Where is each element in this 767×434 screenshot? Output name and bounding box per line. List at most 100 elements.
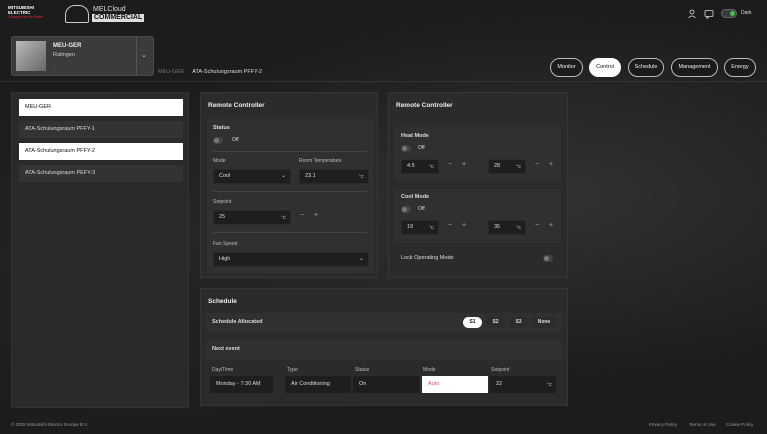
theme-label: Dark [741,10,752,16]
heat-max-field[interactable]: 28 °C [488,159,526,174]
unit-label: °C [515,164,521,169]
col-setpoint: Setpoint [491,367,510,373]
location-image [16,41,46,71]
chevron-down-icon: ⌄ [280,173,286,179]
cool-mode-label: Cool Mode [401,194,430,200]
cool-mode-switch[interactable] [401,206,411,213]
plus-icon[interactable]: + [462,161,466,168]
remote-controls: Status Off Mode Room Temperature Cool ⌄ … [207,119,373,273]
setpoint-label: Setpoint [213,199,232,205]
nav-control[interactable]: Control [589,58,621,77]
breadcrumb: MEU-GER ATA-Schulungsraum PFFY-2 [158,69,262,75]
device-list-panel: MEU-GER ATA-Schulungsraum PFFY-1 ATA-Sch… [11,92,189,408]
unit-label: °C [546,382,552,387]
app-name-line1: MELCloud [93,6,126,13]
heat-min-value: 4.5 [407,163,415,169]
theme-toggle-knob [730,11,735,16]
chevron-down-icon: ⌄ [358,256,364,262]
mitsubishi-logo: MITSUBISHI ELECTRIC Changes for the Bett… [8,5,56,25]
cool-min-field[interactable]: 19 °C [401,220,439,235]
col-status: Status [355,367,370,373]
cool-max-value: 35 [494,224,501,230]
device-item[interactable]: ATA-Schulungsraum PEFY-3 [19,165,183,182]
col-mode: Mode [423,367,436,373]
minus-icon[interactable]: − [448,222,452,229]
device-item[interactable]: ATA-Schulungsraum PFFY-2 [19,143,183,160]
heat-min-field[interactable]: 4.5 °C [401,159,439,174]
next-event-label: Next event [212,346,240,352]
status-value: Off [232,137,239,143]
melcloud-logo: MELCloud COMMERCIAL [65,5,145,23]
schedule-chip-s3[interactable]: S3 [509,317,528,328]
schedule-chip-s2[interactable]: S2 [486,317,505,328]
event-daytime: Monday - 7:30 AM [210,376,273,393]
heat-mode-state: Off [418,145,425,151]
nav-energy[interactable]: Energy [724,58,756,77]
room-temp-field: 23.1 °C [299,169,369,184]
theme-toggle[interactable] [721,9,737,18]
remote-controller-modes-panel: Remote Controller Heat Mode Off 4.5 °C −… [388,92,568,278]
fan-speed-select[interactable]: High ⌄ [213,252,369,267]
minus-icon[interactable]: − [300,212,304,219]
mode-value: Cool [219,173,231,179]
chat-icon[interactable] [704,9,714,19]
plus-icon[interactable]: + [314,212,318,219]
plus-icon[interactable]: + [549,161,553,168]
lock-mode-label: Lock Operating Mode [401,255,454,261]
setpoint-field[interactable]: 25 °C [213,210,291,225]
event-status: On [353,376,419,393]
device-item[interactable]: MEU-GER [19,99,183,116]
heat-mode-section: Heat Mode Off 4.5 °C − + 28 °C − + [395,127,561,181]
unit-label: °C [428,164,434,169]
mode-label: Mode [213,158,226,164]
user-icon[interactable] [687,9,697,19]
location-selector[interactable]: MEU-GER Ratingen ... ⌄ [11,36,154,76]
minus-icon[interactable]: − [535,161,539,168]
cool-max-field[interactable]: 35 °C [488,220,526,235]
room-temp-value: 23.1 [305,173,316,179]
status-switch[interactable] [213,137,223,144]
cool-mode-section: Cool Mode Off 19 °C − + 35 °C − + [395,189,561,243]
col-daytime: Day/Time [212,367,234,373]
cool-min-value: 19 [407,224,414,230]
plus-icon[interactable]: + [462,222,466,229]
event-mode: Auto [422,376,488,393]
fan-value: High [219,256,231,262]
unit-label: °C [428,225,434,230]
heat-mode-label: Heat Mode [401,133,429,139]
app-name-line2: COMMERCIAL [92,14,145,22]
unit-label: °C [515,225,521,230]
nav-monitor[interactable]: Monitor [550,58,583,77]
panel-title: Remote Controller [396,102,453,109]
lock-mode-switch[interactable] [543,255,553,262]
separator [213,151,367,152]
next-event-header: Next event [206,340,562,359]
minus-icon[interactable]: − [448,161,452,168]
heat-max-value: 28 [494,163,501,169]
location-sub: ... [53,61,58,67]
schedule-chip-s1[interactable]: S1 [463,317,482,328]
status-label: Status [213,125,230,131]
mode-select[interactable]: Cool ⌄ [213,169,291,184]
schedule-allocated-label: Schedule Allocated [212,319,263,325]
chevron-down-icon[interactable]: ⌄ [141,51,147,59]
nav-management[interactable]: Management [671,58,718,77]
cookie-policy-link[interactable]: Cookie Policy [726,422,753,427]
room-temp-label: Room Temperature [299,158,342,164]
col-type: Type [287,367,298,373]
breadcrumb-parent[interactable]: MEU-GER [158,69,184,75]
divider [136,37,137,75]
privacy-policy-link[interactable]: Privacy Policy [649,422,677,427]
device-item[interactable]: ATA-Schulungsraum PFFY-1 [19,121,183,138]
nav-schedule[interactable]: Schedule [628,58,664,77]
brand-tagline: Changes for the Better [8,15,44,19]
plus-icon[interactable]: + [549,222,553,229]
location-name: MEU-GER [53,43,82,49]
minus-icon[interactable]: − [535,222,539,229]
event-setpoint-value: 22 [496,381,503,387]
location-city: Ratingen [53,52,76,58]
terms-link[interactable]: Terms of Use [689,422,716,427]
schedule-chip-none[interactable]: None [532,317,556,328]
separator [213,191,367,192]
heat-mode-switch[interactable] [401,145,411,152]
